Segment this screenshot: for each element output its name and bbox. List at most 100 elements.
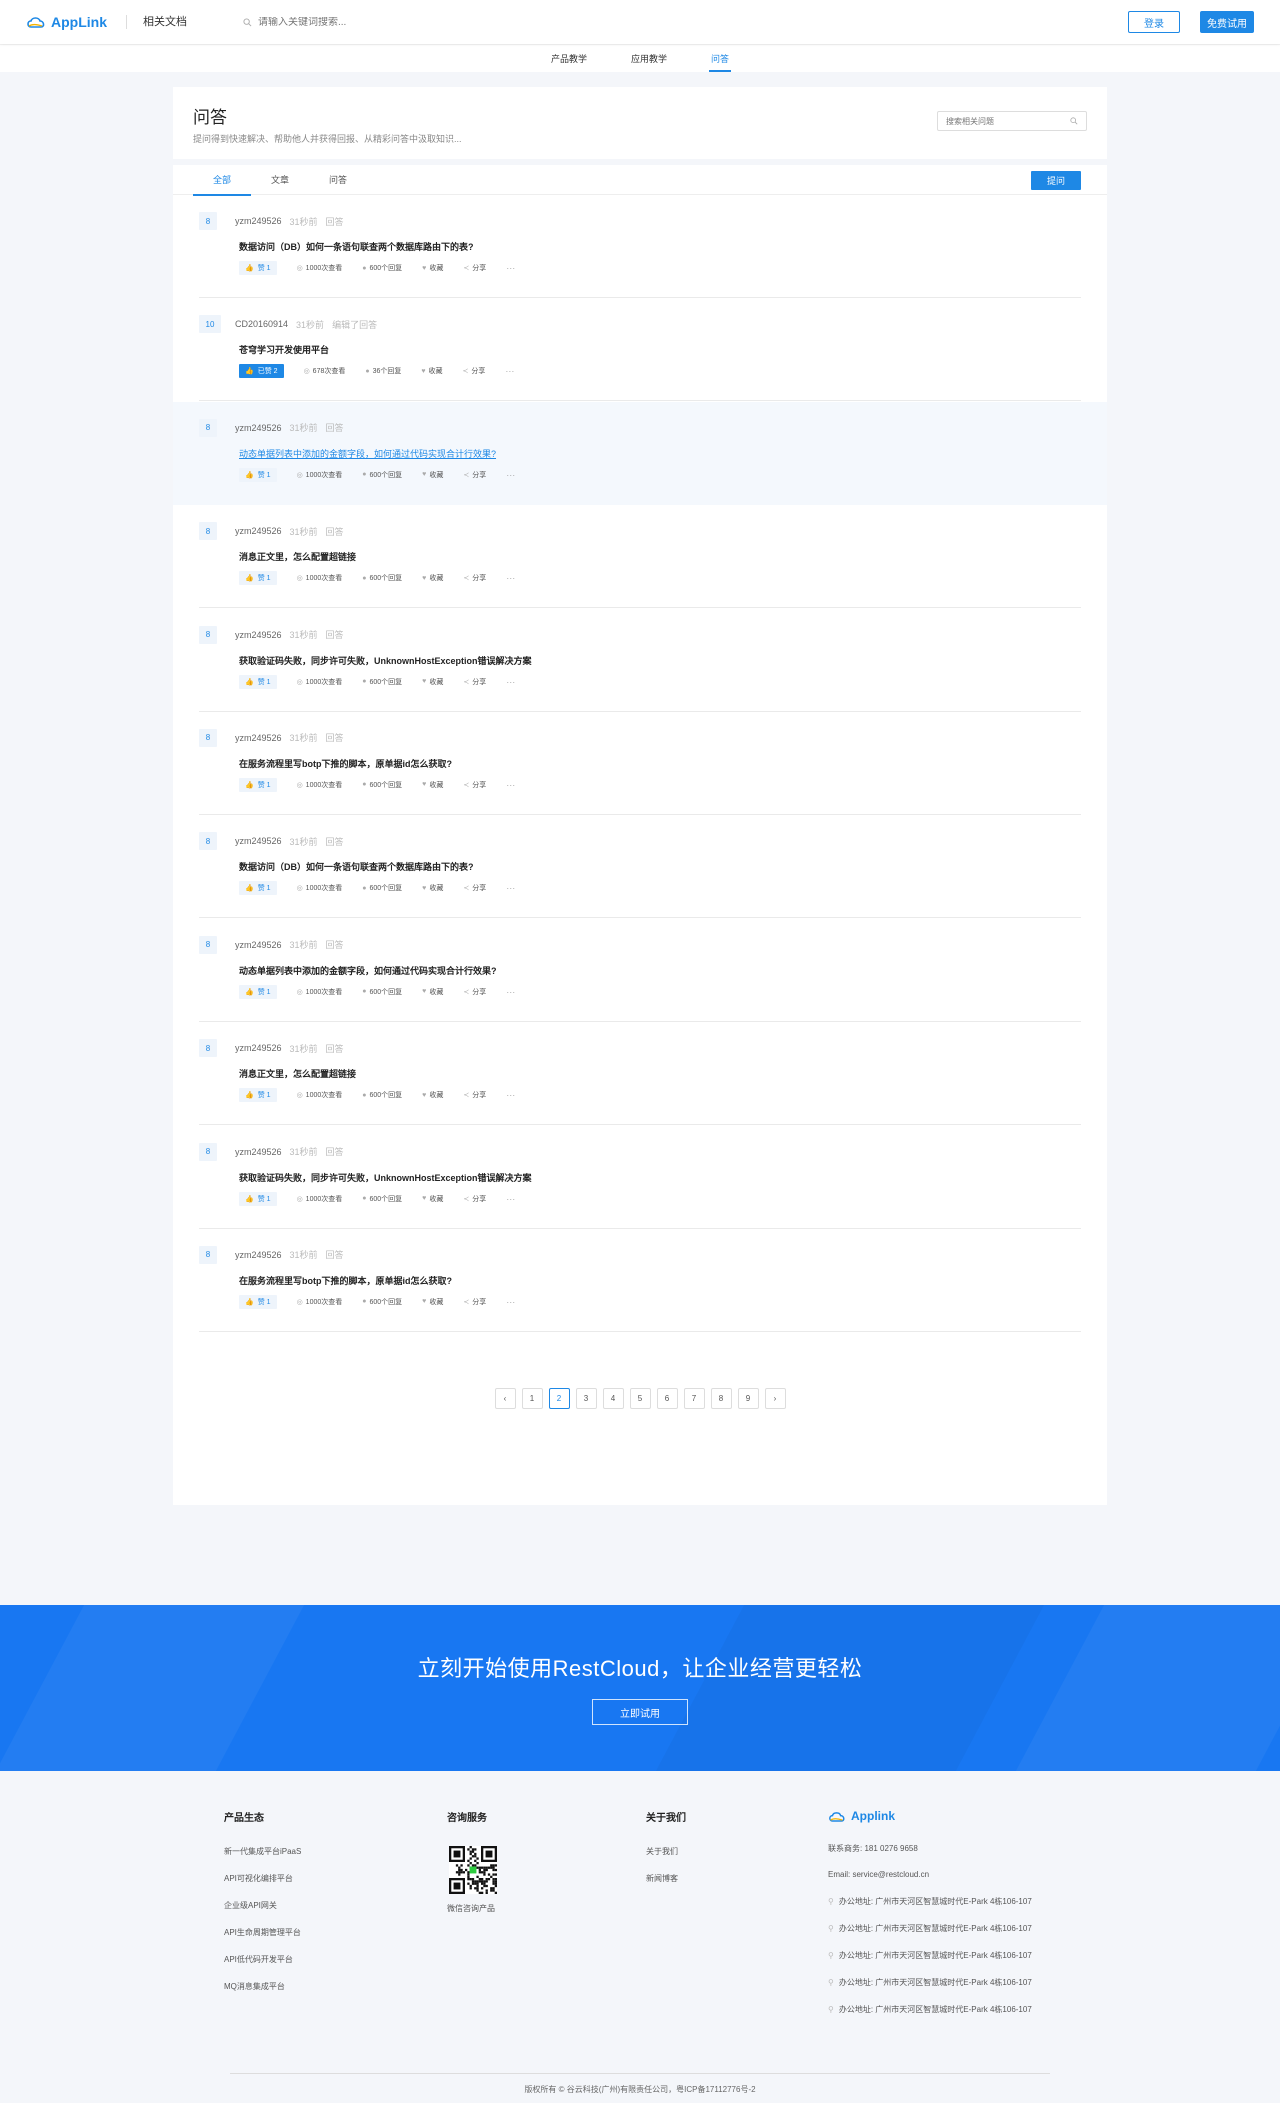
favorite-button[interactable]: ♥ 收藏	[422, 1194, 443, 1204]
login-button[interactable]: 登录	[1128, 11, 1180, 33]
more-options-icon[interactable]: ···	[506, 1090, 515, 1100]
favorite-button[interactable]: ♥ 收藏	[422, 780, 443, 790]
footer-product-link[interactable]: API低代码开发平台	[224, 1954, 447, 1964]
page-number-button[interactable]: 1	[521, 1388, 543, 1410]
footer-product-link[interactable]: MQ消息集成平台	[224, 1981, 447, 1991]
question-title[interactable]: 数据访问（DB）如何一条语句联查两个数据库路由下的表?	[239, 860, 1081, 873]
share-button[interactable]: ≺ 分享	[463, 677, 486, 687]
more-options-icon[interactable]: ···	[506, 1194, 515, 1204]
question-title[interactable]: 动态单据列表中添加的金额字段，如何通过代码实现合计行效果?	[239, 964, 1081, 977]
like-button[interactable]: 👍 赞 1	[239, 1294, 277, 1309]
more-options-icon[interactable]: ···	[506, 1297, 515, 1307]
qa-search-input[interactable]	[946, 116, 1070, 126]
question-item[interactable]: 8 yzm249526 31秒前 回答 获取验证码失败，同步许可失败，Unkno…	[173, 609, 1107, 712]
share-button[interactable]: ≺ 分享	[463, 1297, 486, 1307]
author-name[interactable]: yzm249526	[235, 630, 282, 640]
question-item[interactable]: 8 yzm249526 31秒前 回答 消息正文里，怎么配置超链接 👍 赞 1 …	[173, 505, 1107, 609]
favorite-button[interactable]: ♥ 收藏	[422, 573, 443, 583]
reply-count[interactable]: ● 600个回复	[362, 780, 402, 790]
question-title[interactable]: 苍穹学习开发使用平台	[239, 343, 1081, 356]
tab-articles[interactable]: 文章	[251, 165, 309, 195]
author-name[interactable]: yzm249526	[235, 216, 282, 226]
like-button[interactable]: 👍 赞 1	[239, 467, 277, 482]
footer-product-link[interactable]: API生命周期管理平台	[224, 1927, 447, 1937]
more-options-icon[interactable]: ···	[506, 263, 515, 273]
author-name[interactable]: yzm249526	[235, 733, 282, 743]
more-options-icon[interactable]: ···	[506, 883, 515, 893]
page-number-button[interactable]: 9	[737, 1388, 759, 1410]
footer-logo[interactable]: Applink	[828, 1809, 1056, 1823]
share-button[interactable]: ≺ 分享	[463, 987, 486, 997]
share-button[interactable]: ≺ 分享	[463, 263, 486, 273]
share-button[interactable]: ≺ 分享	[463, 1090, 486, 1100]
favorite-button[interactable]: ♥ 收藏	[422, 470, 443, 480]
footer-product-link[interactable]: 新一代集成平台iPaaS	[224, 1846, 447, 1856]
author-name[interactable]: yzm249526	[235, 1250, 282, 1260]
page-number-button[interactable]: 5	[629, 1388, 651, 1410]
more-options-icon[interactable]: ···	[506, 677, 515, 687]
reply-count[interactable]: ● 36个回复	[365, 366, 401, 376]
reply-count[interactable]: ● 600个回复	[362, 263, 402, 273]
question-item[interactable]: 10 CD20160914 31秒前 编辑了回答 苍穹学习开发使用平台 👍 已赞…	[173, 298, 1107, 402]
like-button[interactable]: 👍 赞 1	[239, 261, 277, 275]
favorite-button[interactable]: ♥ 收藏	[421, 366, 442, 376]
next-page-button[interactable]: ›	[764, 1388, 786, 1410]
favorite-button[interactable]: ♥ 收藏	[422, 883, 443, 893]
author-name[interactable]: yzm249526	[235, 836, 282, 846]
question-title[interactable]: 在服务流程里写botp下推的脚本，原单据id怎么获取?	[239, 757, 1081, 770]
question-item[interactable]: 8 yzm249526 31秒前 回答 消息正文里，怎么配置超链接 👍 赞 1 …	[173, 1022, 1107, 1126]
share-button[interactable]: ≺ 分享	[463, 573, 486, 583]
like-button[interactable]: 👍 赞 1	[239, 881, 277, 896]
share-button[interactable]: ≺ 分享	[463, 1194, 486, 1204]
question-item[interactable]: 8 yzm249526 31秒前 回答 在服务流程里写botp下推的脚本，原单据…	[173, 712, 1107, 815]
page-number-button[interactable]: 6	[656, 1388, 678, 1410]
page-number-button[interactable]: 2	[548, 1388, 570, 1410]
reply-count[interactable]: ● 600个回复	[362, 1297, 402, 1307]
tab-all[interactable]: 全部	[193, 165, 251, 196]
ask-question-button[interactable]: 提问	[1031, 171, 1081, 190]
share-button[interactable]: ≺ 分享	[463, 470, 486, 480]
search-icon[interactable]	[1070, 117, 1078, 125]
more-options-icon[interactable]: ···	[506, 470, 515, 480]
author-name[interactable]: yzm249526	[235, 1147, 282, 1157]
question-title[interactable]: 消息正文里，怎么配置超链接	[239, 1067, 1081, 1080]
reply-count[interactable]: ● 600个回复	[362, 883, 402, 893]
reply-count[interactable]: ● 600个回复	[362, 987, 402, 997]
more-options-icon[interactable]: ···	[506, 780, 515, 790]
footer-about-link[interactable]: 新闻博客	[646, 1873, 828, 1883]
question-title[interactable]: 获取验证码失败，同步许可失败，UnknownHostException错误解决方…	[239, 654, 1081, 667]
page-number-button[interactable]: 8	[710, 1388, 732, 1410]
like-button[interactable]: 👍 赞 1	[239, 984, 277, 999]
global-search-input[interactable]	[258, 16, 458, 28]
applink-logo[interactable]: AppLink	[26, 14, 126, 30]
like-button[interactable]: 👍 赞 1	[239, 1088, 277, 1103]
question-title[interactable]: 消息正文里，怎么配置超链接	[239, 550, 1081, 563]
question-title[interactable]: 动态单据列表中添加的金额字段，如何通过代码实现合计行效果?	[239, 447, 1081, 460]
question-item[interactable]: 8 yzm249526 31秒前 回答 动态单据列表中添加的金额字段，如何通过代…	[173, 919, 1107, 1022]
page-number-button[interactable]: 7	[683, 1388, 705, 1410]
question-title[interactable]: 数据访问（DB）如何一条语句联查两个数据库路由下的表?	[239, 240, 1081, 253]
favorite-button[interactable]: ♥ 收藏	[422, 1090, 443, 1100]
cta-try-now-button[interactable]: 立即试用	[592, 1699, 688, 1725]
subnav-app-tutorial[interactable]: 应用教学	[629, 45, 669, 72]
like-button[interactable]: 👍 已赞 2	[239, 364, 284, 379]
favorite-button[interactable]: ♥ 收藏	[422, 263, 443, 273]
question-item[interactable]: 8 yzm249526 31秒前 回答 数据访问（DB）如何一条语句联查两个数据…	[173, 815, 1107, 919]
like-button[interactable]: 👍 赞 1	[239, 571, 277, 586]
favorite-button[interactable]: ♥ 收藏	[422, 1297, 443, 1307]
prev-page-button[interactable]: ‹	[494, 1388, 516, 1410]
subnav-qa[interactable]: 问答	[709, 45, 732, 72]
more-options-icon[interactable]: ···	[506, 573, 515, 583]
tab-questions[interactable]: 问答	[309, 165, 367, 195]
question-item[interactable]: 8 yzm249526 31秒前 回答 在服务流程里写botp下推的脚本，原单据…	[173, 1229, 1107, 1332]
subnav-product-tutorial[interactable]: 产品教学	[549, 45, 589, 72]
reply-count[interactable]: ● 600个回复	[362, 1090, 402, 1100]
footer-product-link[interactable]: API可视化编排平台	[224, 1873, 447, 1883]
question-item[interactable]: 8 yzm249526 31秒前 回答 获取验证码失败，同步许可失败，Unkno…	[173, 1126, 1107, 1229]
share-button[interactable]: ≺ 分享	[463, 366, 486, 376]
author-name[interactable]: yzm249526	[235, 1043, 282, 1053]
page-number-button[interactable]: 3	[575, 1388, 597, 1410]
reply-count[interactable]: ● 600个回复	[362, 470, 402, 480]
question-title[interactable]: 获取验证码失败，同步许可失败，UnknownHostException错误解决方…	[239, 1171, 1081, 1184]
like-button[interactable]: 👍 赞 1	[239, 1191, 277, 1206]
